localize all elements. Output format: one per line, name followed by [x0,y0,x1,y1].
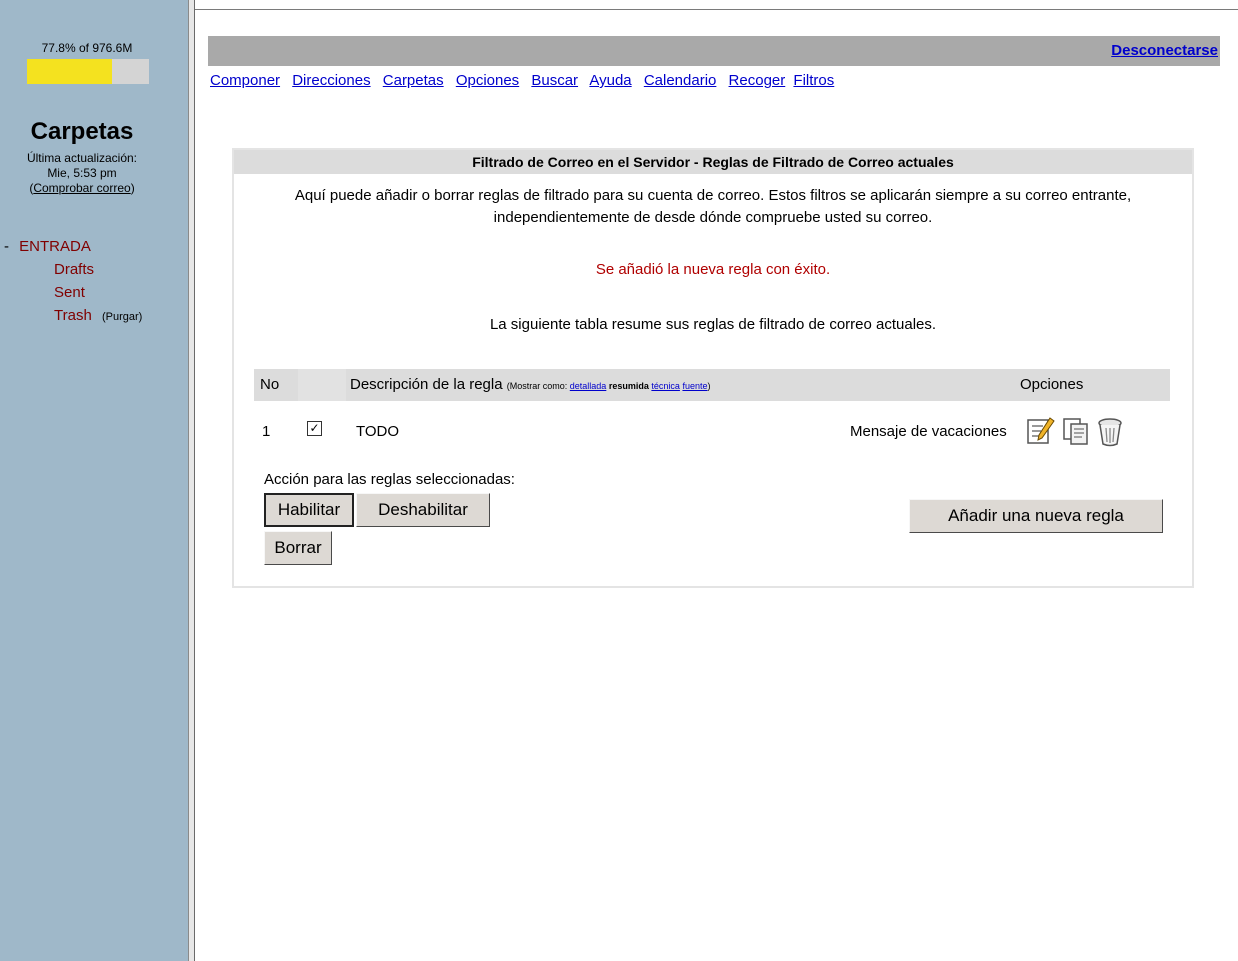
purge-trash: (Purgar) [101,311,143,323]
frame-divider[interactable] [188,0,195,961]
view-source-link[interactable]: fuente [682,381,707,391]
delete-button[interactable]: Borrar [264,531,332,565]
menu-calendar[interactable]: Calendario [644,72,717,89]
logout-link[interactable]: Desconectarse [1111,42,1218,59]
rule-action: Mensaje de vacaciones [850,423,1007,440]
menu-folders[interactable]: Carpetas [383,72,444,89]
folder-sidebar: 77.8% of 976.6M Carpetas Última actualiz… [0,0,188,961]
panel-title: Filtrado de Correo en el Servidor - Regl… [234,150,1192,174]
column-header-no: No [260,376,280,393]
last-update-time: Mie, 5:53 pm [47,166,117,180]
top-divider [195,9,1238,10]
filter-rules-panel: Filtrado de Correo en el Servidor - Regl… [232,148,1194,588]
enable-button[interactable]: Habilitar [264,493,354,527]
menu-fetch[interactable]: Recoger [729,72,786,89]
intro-line-1: Aquí puede añadir o borrar reglas de fil… [294,187,1132,204]
view-detailed-link[interactable]: detallada [570,381,607,391]
menu-addresses[interactable]: Direcciones [292,72,370,89]
rule-select-checkbox[interactable]: ✓ [307,421,322,436]
intro-text: Aquí puede añadir o borrar reglas de fil… [234,185,1192,229]
folder-item-trash[interactable]: Trash (Purgar) [0,304,142,329]
selected-actions-label: Acción para las reglas seleccionadas: [264,471,515,488]
folder-item-drafts[interactable]: Drafts [0,258,142,281]
check-mail-link[interactable]: Comprobar correo [33,181,130,195]
rule-name: TODO [356,423,400,440]
column-header-options: Opciones [1020,376,1084,393]
column-header-description: Descripción de la regla (Mostrar como: d… [350,376,710,393]
quota-bar [27,59,149,84]
menu-search[interactable]: Buscar [531,72,578,89]
menu-filters[interactable]: Filtros [793,72,834,89]
add-rule-button[interactable]: Añadir una nueva regla [909,499,1163,533]
menu-help[interactable]: Ayuda [589,72,631,89]
show-as-close: ) [707,381,711,391]
intro-line-2: independientemente de desde dónde compru… [493,209,933,226]
last-update-label: Última actualización: [26,151,138,165]
disable-button[interactable]: Deshabilitar [356,493,490,527]
check-mail-close-paren: ) [130,181,135,195]
view-mode-switcher: (Mostrar como: detallada resumida técnic… [507,381,711,391]
description-header-label: Descripción de la regla [350,376,503,393]
folder-label-trash[interactable]: Trash [54,307,92,324]
edit-icon[interactable] [1026,417,1056,449]
table-row: 1 ✓ TODO Mensaje de vacaciones [254,413,1170,449]
folder-label-inbox[interactable]: ENTRADA [13,238,91,255]
folder-label-drafts[interactable]: Drafts [54,261,94,278]
collapse-icon[interactable]: - [0,238,9,255]
folder-label-sent[interactable]: Sent [54,284,85,301]
main-menu: Componer Direcciones Carpetas Opciones B… [210,72,842,89]
folders-title: Carpetas [30,118,134,145]
header-bar: Desconectarse [208,36,1220,66]
show-as-label: (Mostrar como: [506,381,568,391]
menu-options[interactable]: Opciones [456,72,519,89]
folder-item-inbox[interactable]: - ENTRADA [0,235,142,258]
rule-number: 1 [262,423,271,440]
copy-icon[interactable] [1062,417,1090,449]
success-message: Se añadió la nueva regla con éxito. [595,261,831,278]
view-technical-link[interactable]: técnica [651,381,680,391]
quota-text: 77.8% of 976.6M [41,41,133,55]
trash-icon[interactable] [1096,417,1124,451]
summary-text: La siguiente tabla resume sus reglas de … [489,316,937,333]
column-header-select [298,369,346,401]
folder-item-sent[interactable]: Sent [0,281,142,304]
folder-tree: - ENTRADA Drafts Sent Trash (Purgar) [0,235,142,329]
purge-trash-link[interactable]: Purgar [106,311,139,323]
rules-table-header: No Descripción de la regla (Mostrar como… [254,369,1170,401]
view-summary-current: resumida [608,381,649,391]
quota-bar-fill [27,59,113,84]
last-update: Última actualización: Mie, 5:53 pm (Comp… [0,151,164,196]
menu-compose[interactable]: Componer [210,72,280,89]
